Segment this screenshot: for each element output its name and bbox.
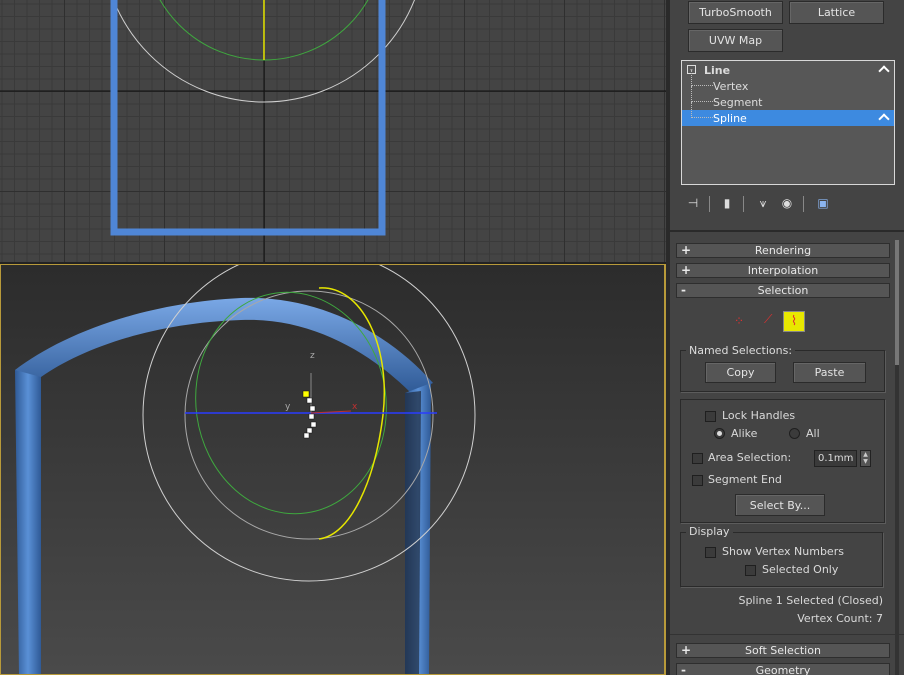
stack-item-line[interactable]: - Line (682, 62, 894, 78)
panel-scrollbar[interactable] (895, 240, 899, 675)
vertex-marker[interactable] (303, 432, 310, 439)
alike-label: Alike (731, 427, 758, 440)
perspective-viewport-canvas (15, 265, 476, 675)
chevron-up-icon (878, 113, 890, 125)
vertex-marker[interactable] (308, 413, 315, 420)
copy-button[interactable]: Copy (705, 362, 776, 383)
area-selection-label: Area Selection: (708, 451, 792, 464)
modifier-stack[interactable]: - Line Vertex Segment Spline (681, 60, 895, 185)
rollout-geometry[interactable]: - Geometry (676, 663, 890, 675)
make-unique-icon[interactable]: ⩛ (755, 194, 771, 212)
selection-status: Spline 1 Selected (Closed) (738, 594, 883, 607)
uvw-map-button[interactable]: UVW Map (688, 29, 783, 52)
rollout-label: Soft Selection (745, 644, 821, 657)
rollout-interpolation[interactable]: + Interpolation (676, 263, 890, 278)
rollout-sign: - (681, 663, 686, 675)
stack-item-spline[interactable]: Spline (682, 102, 894, 126)
rollout-label: Interpolation (747, 264, 819, 277)
top-viewport[interactable] (0, 0, 666, 262)
lock-handles-checkbox[interactable] (705, 411, 716, 422)
spline-frame-top[interactable] (110, 0, 386, 236)
selected-only-checkbox[interactable] (745, 565, 756, 576)
scrollbar-thumb[interactable] (895, 240, 899, 365)
lock-handles-label: Lock Handles (722, 409, 796, 422)
rollout-label: Rendering (754, 244, 812, 257)
segment-end-checkbox[interactable] (692, 475, 703, 486)
vertex-marker[interactable] (310, 421, 317, 428)
show-vertex-numbers-label: Show Vertex Numbers (722, 545, 844, 558)
named-selections-title: Named Selections: (686, 344, 796, 357)
rollout-sign: + (681, 263, 692, 277)
segment-mode-icon[interactable]: ⟋ (764, 312, 772, 327)
vertex-mode-icon[interactable]: ⁘ (734, 314, 745, 328)
rollout-rendering[interactable]: + Rendering (676, 243, 890, 258)
spinner-arrows-icon[interactable]: ▲ ▼ (860, 450, 871, 467)
perspective-viewport[interactable]: z y x (0, 264, 666, 675)
alike-radio[interactable] (714, 428, 725, 439)
select-by-button[interactable]: Select By... (735, 494, 825, 516)
chevron-up-icon (878, 65, 890, 77)
rollout-sign: + (681, 643, 692, 657)
lattice-button[interactable]: Lattice (789, 1, 884, 24)
toolbar-separator (743, 196, 744, 212)
command-panel: TurboSmooth Lattice UVW Map - Line Verte… (670, 0, 904, 675)
remove-modifier-icon[interactable]: ◉ (779, 194, 795, 212)
show-vertex-numbers-checkbox[interactable] (705, 547, 716, 558)
area-selection-spinner[interactable]: 0.1mm (814, 450, 857, 467)
vertex-marker[interactable] (309, 405, 316, 412)
gizmo-label-x: x (352, 402, 358, 412)
stack-item-vertex[interactable]: Vertex (682, 70, 894, 94)
rollout-label: Geometry (755, 664, 811, 675)
stack-item-segment[interactable]: Segment (682, 86, 894, 110)
panel-separator (670, 230, 904, 232)
turbosmooth-button[interactable]: TurboSmooth (688, 1, 783, 24)
display-title: Display (686, 525, 733, 538)
top-viewport-canvas (0, 0, 666, 262)
vertex-marker[interactable] (306, 397, 313, 404)
gizmo-label-y: y (285, 402, 291, 412)
rollout-soft-selection[interactable]: + Soft Selection (676, 643, 890, 658)
vertex-marker[interactable] (302, 390, 310, 398)
rollout-sign: - (681, 283, 686, 297)
panel-separator (670, 634, 904, 635)
pin-stack-icon[interactable]: ⊣ (685, 194, 701, 212)
tree-line (691, 86, 713, 102)
vertex-marker[interactable] (306, 427, 313, 434)
toolbar-separator (803, 196, 804, 212)
tree-line (691, 70, 713, 86)
paste-button[interactable]: Paste (793, 362, 866, 383)
rollout-selection[interactable]: - Selection (676, 283, 890, 298)
all-radio[interactable] (789, 428, 800, 439)
arch-right-pillar-inner (405, 391, 421, 674)
rollout-label: Selection (757, 284, 809, 297)
rollout-sign: + (681, 243, 692, 257)
stack-item-label: Vertex (713, 79, 749, 93)
stack-item-label: Segment (713, 95, 763, 109)
tree-line (691, 102, 713, 118)
stack-toolbar: ⊣ ▮ ⩛ ◉ ▣ (681, 194, 881, 214)
all-label: All (806, 427, 820, 440)
configure-sets-icon[interactable]: ▣ (815, 194, 831, 212)
spline-mode-icon[interactable]: ⌇ (783, 311, 805, 332)
show-end-result-icon[interactable]: ▮ (719, 194, 735, 212)
segment-end-label: Segment End (708, 473, 782, 486)
gizmo-label-z: z (310, 351, 315, 361)
toolbar-separator (709, 196, 710, 212)
area-selection-checkbox[interactable] (692, 453, 703, 464)
arch-left-pillar[interactable] (15, 365, 41, 675)
stack-item-label: Spline (713, 111, 747, 125)
vertex-count: Vertex Count: 7 (797, 612, 883, 625)
selected-only-label: Selected Only (762, 563, 839, 576)
display-group: Display (680, 525, 883, 587)
